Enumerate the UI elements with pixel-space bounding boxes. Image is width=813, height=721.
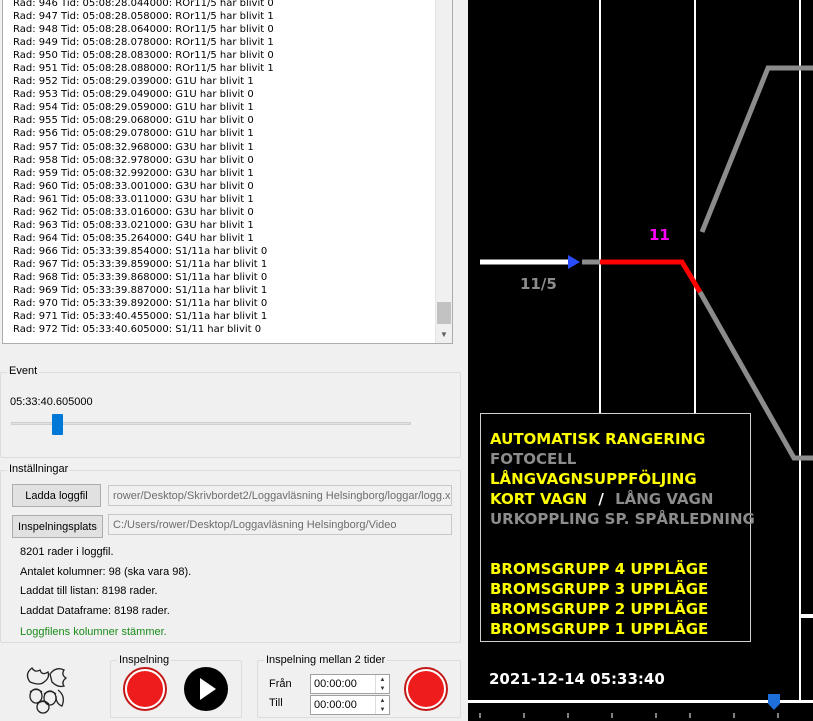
log-scrollbar[interactable]: ▼ — [435, 0, 452, 343]
log-path-field[interactable]: rower/Desktop/Skrivbordet2/Loggavläsning… — [108, 485, 452, 506]
from-label: Från — [269, 678, 292, 690]
record-between-title: Inspelning mellan 2 tider — [264, 654, 388, 666]
spin-up-icon[interactable]: ▲ — [380, 677, 386, 683]
log-line[interactable]: Rad: 960 Tid: 05:08:33.001000: G3U har b… — [13, 180, 433, 193]
log-line[interactable]: Rad: 952 Tid: 05:08:29.039000: G1U har b… — [13, 75, 433, 88]
recording-group-title: Inspelning — [117, 654, 172, 666]
to-time-input[interactable]: 00:00:00 ▲ ▼ — [310, 695, 390, 715]
brake-group-3-label: BROMSGRUPP 3 UPPLÄGE — [490, 580, 709, 598]
control-panel: Rad: 946 Tid: 05:08:28.044000: ROr11/5 h… — [0, 0, 468, 721]
log-line[interactable]: Rad: 953 Tid: 05:08:29.049000: G1U har b… — [13, 88, 433, 101]
log-line[interactable]: Rad: 955 Tid: 05:08:29.068000: G1U har b… — [13, 114, 433, 127]
to-time-spinner[interactable]: ▲ ▼ — [375, 696, 389, 714]
log-line[interactable]: Rad: 946 Tid: 05:08:28.044000: ROr11/5 h… — [13, 0, 433, 10]
info-loaded-dataframe: Laddat Dataframe: 8198 rader. — [20, 605, 170, 617]
log-line[interactable]: Rad: 947 Tid: 05:08:28.058000: ROr11/5 h… — [13, 10, 433, 23]
log-line[interactable]: Rad: 951 Tid: 05:08:28.088000: ROr11/5 h… — [13, 62, 433, 75]
timeline-bar[interactable] — [468, 694, 813, 721]
log-line[interactable]: Rad: 961 Tid: 05:08:33.011000: G3U har b… — [13, 193, 433, 206]
log-line[interactable]: Rad: 972 Tid: 05:33:40.605000: S1/11 har… — [13, 323, 433, 336]
event-group-title: Event — [7, 365, 40, 377]
log-line[interactable]: Rad: 956 Tid: 05:08:29.078000: G1U har b… — [13, 127, 433, 140]
from-time-input[interactable]: 00:00:00 ▲ ▼ — [310, 674, 390, 694]
spin-down-icon[interactable]: ▼ — [380, 707, 386, 713]
brake-group-1-label: BROMSGRUPP 1 UPPLÄGE — [490, 620, 709, 638]
oak-logo-icon — [26, 667, 68, 714]
log-list[interactable]: Rad: 946 Tid: 05:08:28.044000: ROr11/5 h… — [13, 0, 433, 336]
log-line[interactable]: Rad: 971 Tid: 05:33:40.455000: S1/11a ha… — [13, 310, 433, 323]
record-button[interactable] — [123, 667, 167, 711]
log-line[interactable]: Rad: 963 Tid: 05:08:33.021000: G3U har b… — [13, 219, 433, 232]
track-occupied-red — [600, 259, 703, 294]
spin-down-icon[interactable]: ▼ — [380, 686, 386, 692]
log-line[interactable]: Rad: 966 Tid: 05:33:39.854000: S1/11a ha… — [13, 245, 433, 258]
record-between-button[interactable] — [404, 667, 448, 711]
section-label: 11 — [649, 226, 670, 244]
photocell-label: FOTOCELL — [490, 450, 577, 468]
recording-location-button[interactable]: Inspelningsplats — [12, 515, 103, 538]
log-line[interactable]: Rad: 964 Tid: 05:08:35.264000: G4U har b… — [13, 232, 433, 245]
event-slider-track[interactable] — [11, 422, 411, 425]
info-loaded-list: Laddat till listan: 8198 rader. — [20, 585, 158, 597]
disconnect-track-label: URKOPPLING SP. SPÅRLEDNING — [490, 510, 755, 528]
record-icon — [408, 671, 444, 707]
log-line[interactable]: Rad: 970 Tid: 05:33:39.892000: S1/11a ha… — [13, 297, 433, 310]
separator: / — [598, 490, 604, 508]
log-line[interactable]: Rad: 959 Tid: 05:08:32.992000: G3U har b… — [13, 167, 433, 180]
long-wagon-label: LÅNG VAGN — [615, 490, 714, 508]
log-line[interactable]: Rad: 962 Tid: 05:08:33.016000: G3U har b… — [13, 206, 433, 219]
brake-group-2-label: BROMSGRUPP 2 UPPLÄGE — [490, 600, 709, 618]
event-group: Event 05:33:40.605000 — [0, 365, 461, 458]
info-column-count: Antalet kolumner: 98 (ska vara 98). — [20, 566, 192, 578]
track-branch-upper — [699, 65, 813, 233]
log-line[interactable]: Rad: 954 Tid: 05:08:29.059000: G1U har b… — [13, 101, 433, 114]
timeline-ticks — [479, 713, 779, 718]
log-line[interactable]: Rad: 950 Tid: 05:08:28.083000: ROr11/5 h… — [13, 49, 433, 62]
track-view: 11/5 11 AUTOMATISK RANGERING FOTOCELL LÅ… — [468, 0, 813, 721]
timestamp: 2021-12-14 05:33:40 — [489, 670, 665, 688]
log-line[interactable]: Rad: 967 Tid: 05:33:39.859000: S1/11a ha… — [13, 258, 433, 271]
record-icon — [127, 671, 163, 707]
to-label: Till — [269, 697, 283, 709]
signal-arrow-icon — [568, 255, 580, 269]
load-logfile-button[interactable]: Ladda loggfil — [12, 484, 101, 507]
wagon-length-row: KORT VAGN / LÅNG VAGN — [490, 490, 713, 508]
event-time: 05:33:40.605000 — [10, 396, 93, 408]
log-line[interactable]: Rad: 948 Tid: 05:08:28.064000: ROr11/5 h… — [13, 23, 433, 36]
brake-group-4-label: BROMSGRUPP 4 UPPLÄGE — [490, 560, 709, 578]
log-line[interactable]: Rad: 968 Tid: 05:33:39.868000: S1/11a ha… — [13, 271, 433, 284]
from-time-spinner[interactable]: ▲ ▼ — [375, 675, 389, 693]
scroll-down-arrow-icon[interactable]: ▼ — [436, 326, 452, 343]
long-wagon-tracking-label: LÅNGVAGNSUPPFÖLJING — [490, 470, 697, 488]
log-listbox[interactable]: Rad: 946 Tid: 05:08:28.044000: ROr11/5 h… — [2, 0, 453, 344]
spin-up-icon[interactable]: ▲ — [380, 698, 386, 704]
play-icon — [200, 678, 216, 700]
settings-group-title: Inställningar — [7, 463, 71, 475]
signal-label: 11/5 — [520, 275, 557, 293]
info-rows-in-file: 8201 rader i loggfil. — [20, 546, 114, 558]
play-button[interactable] — [184, 667, 228, 711]
from-time-value: 00:00:00 — [314, 678, 357, 690]
status-message: Loggfilens kolumner stämmer. — [20, 626, 167, 638]
log-line[interactable]: Rad: 958 Tid: 05:08:32.978000: G3U har b… — [13, 154, 433, 167]
log-line[interactable]: Rad: 969 Tid: 05:33:39.887000: S1/11a ha… — [13, 284, 433, 297]
settings-group: Inställningar Ladda loggfil rower/Deskto… — [0, 463, 461, 643]
event-slider-thumb[interactable] — [51, 414, 63, 435]
short-wagon-label: KORT VAGN — [490, 490, 588, 508]
to-time-value: 00:00:00 — [314, 699, 357, 711]
auto-shunting-label: AUTOMATISK RANGERING — [490, 430, 706, 448]
log-scrollbar-thumb[interactable] — [437, 302, 451, 324]
status-panel: AUTOMATISK RANGERING FOTOCELL LÅNGVAGNSU… — [480, 413, 755, 642]
video-path-field[interactable]: C:/Users/rower/Desktop/Loggavläsning Hel… — [108, 514, 452, 535]
log-line[interactable]: Rad: 949 Tid: 05:08:28.078000: ROr11/5 h… — [13, 36, 433, 49]
log-line[interactable]: Rad: 957 Tid: 05:08:32.968000: G3U har b… — [13, 141, 433, 154]
